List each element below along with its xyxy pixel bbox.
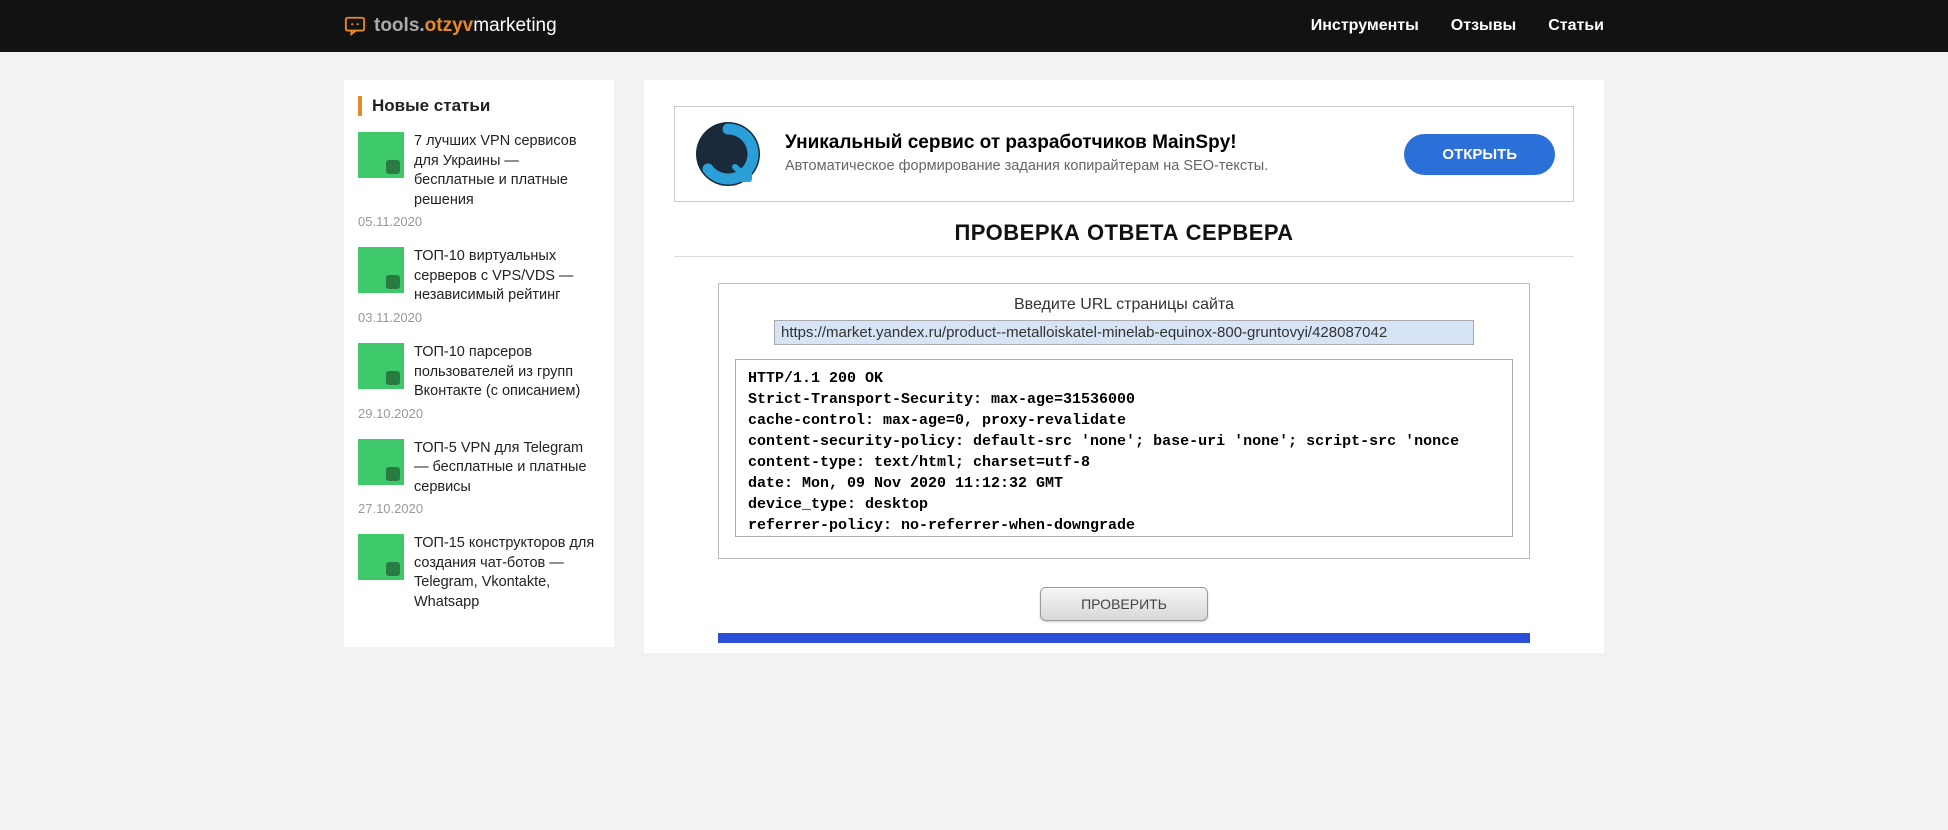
sidebar: Новые статьи 7 лучших VPN сервисов для У… bbox=[344, 80, 614, 647]
promo-title: Уникальный сервис от разработчиков MainS… bbox=[785, 132, 1382, 154]
article-thumb bbox=[358, 132, 404, 178]
nav-reviews[interactable]: Отзывы bbox=[1451, 17, 1516, 35]
logo[interactable]: tools.otzyvmarketing bbox=[344, 15, 557, 37]
promo-icon bbox=[693, 119, 763, 189]
logo-prefix: tools. bbox=[374, 15, 425, 36]
article-thumb bbox=[358, 534, 404, 580]
article-title: 7 лучших VPN сервисов для Украины — бесп… bbox=[414, 132, 600, 210]
chat-icon bbox=[344, 15, 366, 37]
promo-subtitle: Автоматическое формирование задания копи… bbox=[785, 157, 1382, 177]
sidebar-title: Новые статьи bbox=[358, 96, 600, 116]
divider bbox=[674, 256, 1574, 257]
promo-banner: Уникальный сервис от разработчиков MainS… bbox=[674, 106, 1574, 202]
check-button[interactable]: ПРОВЕРИТЬ bbox=[1040, 587, 1208, 621]
article-title: ТОП-10 виртуальных серверов с VPS/VDS — … bbox=[414, 247, 600, 306]
article-date: 29.10.2020 bbox=[358, 406, 600, 421]
list-item[interactable]: 7 лучших VPN сервисов для Украины — бесп… bbox=[358, 132, 600, 229]
article-date: 27.10.2020 bbox=[358, 501, 600, 516]
article-thumb bbox=[358, 247, 404, 293]
url-label: Введите URL страницы сайта bbox=[735, 296, 1513, 314]
article-date: 05.11.2020 bbox=[358, 214, 600, 229]
article-title: ТОП-5 VPN для Telegram — бесплатные и пл… bbox=[414, 439, 600, 498]
list-item[interactable]: ТОП-5 VPN для Telegram — бесплатные и пл… bbox=[358, 439, 600, 517]
list-item[interactable]: ТОП-10 парсеров пользователей из групп В… bbox=[358, 343, 600, 421]
list-item[interactable]: ТОП-15 конструкторов для создания чат-бо… bbox=[358, 534, 600, 612]
article-title: ТОП-10 парсеров пользователей из групп В… bbox=[414, 343, 600, 402]
main-content: Уникальный сервис от разработчиков MainS… bbox=[644, 80, 1604, 653]
promo-open-button[interactable]: ОТКРЫТЬ bbox=[1404, 134, 1555, 175]
list-item[interactable]: ТОП-10 виртуальных серверов с VPS/VDS — … bbox=[358, 247, 600, 325]
logo-orange: otzyv bbox=[425, 15, 474, 36]
checker-form: Введите URL страницы сайта bbox=[718, 283, 1530, 559]
url-input[interactable] bbox=[774, 320, 1474, 345]
article-title: ТОП-15 конструкторов для создания чат-бо… bbox=[414, 534, 600, 612]
response-output[interactable] bbox=[735, 359, 1513, 537]
header: tools.otzyvmarketing Инструменты Отзывы … bbox=[0, 0, 1948, 52]
main-nav: Инструменты Отзывы Статьи bbox=[1311, 17, 1604, 35]
article-thumb bbox=[358, 439, 404, 485]
article-date: 03.11.2020 bbox=[358, 310, 600, 325]
nav-tools[interactable]: Инструменты bbox=[1311, 17, 1419, 35]
page-title: ПРОВЕРКА ОТВЕТА СЕРВЕРА bbox=[674, 220, 1574, 246]
nav-articles[interactable]: Статьи bbox=[1548, 17, 1604, 35]
article-thumb bbox=[358, 343, 404, 389]
bottom-bar bbox=[718, 633, 1530, 643]
logo-suffix: marketing bbox=[473, 15, 556, 36]
